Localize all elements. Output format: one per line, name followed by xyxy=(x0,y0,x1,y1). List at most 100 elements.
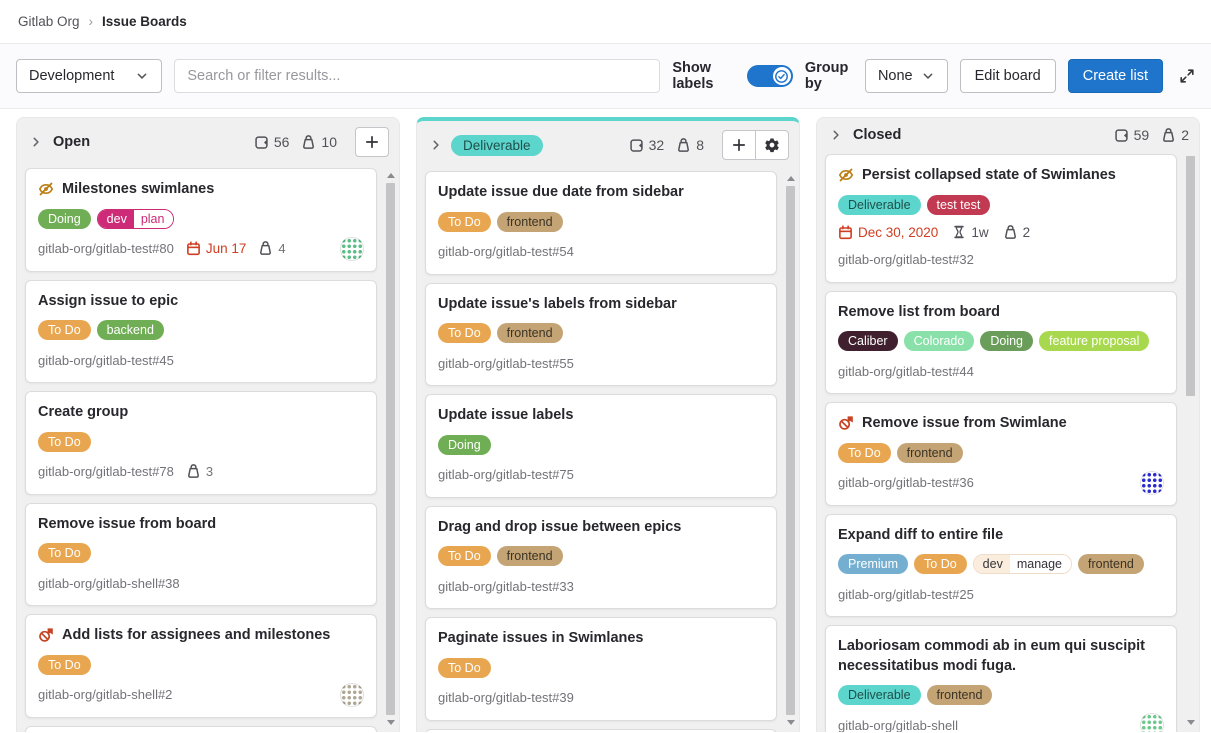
breadcrumb-bar: Gitlab Org›Issue Boards xyxy=(0,0,1211,44)
label-pill[interactable]: Deliverable xyxy=(838,195,921,215)
scroll-up-arrow[interactable] xyxy=(385,170,396,181)
column-header: Open5610 xyxy=(17,118,399,166)
card-labels: Deliverable frontend xyxy=(838,685,1164,705)
label-pill[interactable]: feature proposal xyxy=(1039,331,1149,351)
due-date: Jun 17 xyxy=(186,241,247,256)
issue-card[interactable]: Remove issue from boardTo Dogitlab-org/g… xyxy=(25,503,377,607)
column-scrollbar[interactable] xyxy=(385,168,396,730)
add-issue-button[interactable] xyxy=(722,130,756,160)
label-pill[interactable]: Caliber xyxy=(838,331,898,351)
label-pill[interactable]: To Do xyxy=(38,543,91,563)
breadcrumb-separator: › xyxy=(89,14,94,29)
label-pill[interactable]: frontend xyxy=(897,443,963,463)
scrollbar-thumb[interactable] xyxy=(1186,156,1195,396)
column-counts: 59 2 xyxy=(1114,127,1189,143)
scoped-label[interactable]: devplan xyxy=(97,209,175,229)
issue-reference: gitlab-org/gitlab-test#33 xyxy=(438,579,574,594)
maximize-icon[interactable] xyxy=(1179,68,1195,84)
chevron-right-icon[interactable] xyxy=(29,135,43,149)
issue-card[interactable]: Paginate issues in SwimlanesTo Dogitlab-… xyxy=(425,617,777,721)
label-pill[interactable]: Colorado xyxy=(904,331,975,351)
label-pill[interactable]: To Do xyxy=(38,320,91,340)
scroll-down-arrow[interactable] xyxy=(385,717,396,728)
label-pill[interactable]: frontend xyxy=(927,685,993,705)
card-list: Persist collapsed state of Swimlanes Deli… xyxy=(817,152,1199,732)
label-pill[interactable]: To Do xyxy=(38,655,91,675)
issue-count: 59 xyxy=(1114,127,1150,143)
card-labels: To Do frontend xyxy=(438,212,764,232)
issue-card[interactable]: Expand diff to entire filePremiumTo Dode… xyxy=(825,514,1177,618)
label-pill[interactable]: frontend xyxy=(497,323,563,343)
add-issue-button[interactable] xyxy=(355,127,389,157)
issue-card[interactable]: Update issue labelsDoinggitlab-org/gitla… xyxy=(425,394,777,498)
group-by-select[interactable]: None xyxy=(865,59,948,93)
issue-count: 56 xyxy=(254,134,290,150)
scrollbar-thumb[interactable] xyxy=(786,186,795,715)
scroll-up-arrow[interactable] xyxy=(785,173,796,184)
list-settings-button[interactable] xyxy=(755,130,789,160)
issue-card[interactable]: Update issue due date from sidebar To Do f… xyxy=(425,171,777,275)
issue-card[interactable]: Assign issue to epicTo Dobackendgitlab-o… xyxy=(25,280,377,384)
weight-count: 2 xyxy=(1161,127,1189,143)
breadcrumb: Gitlab Org›Issue Boards xyxy=(18,14,187,29)
issue-card[interactable]: Create groupTo Dogitlab-org/gitlab-test#… xyxy=(25,391,377,495)
scroll-down-arrow[interactable] xyxy=(785,717,796,728)
confidential-icon xyxy=(838,167,854,183)
assignee-avatar[interactable] xyxy=(1140,713,1164,732)
label-pill[interactable]: Premium xyxy=(838,554,908,574)
label-pill[interactable]: frontend xyxy=(497,546,563,566)
card-footer: gitlab-org/gitlab-test#80Jun 174 xyxy=(38,239,364,259)
assignee-avatar[interactable] xyxy=(340,683,364,707)
edit-board-button[interactable]: Edit board xyxy=(960,59,1056,93)
issue-card[interactable]: Persist collapsed state of Swimlanes Deli… xyxy=(825,154,1177,283)
chevron-right-icon[interactable] xyxy=(429,138,443,152)
board-select-value: Development xyxy=(29,68,114,84)
assignee-avatar[interactable] xyxy=(340,237,364,261)
issue-weight: 4 xyxy=(258,241,285,256)
issue-card[interactable]: Laboriosam commodi ab in eum qui suscipi… xyxy=(825,625,1177,732)
issue-reference: gitlab-org/gitlab-test#44 xyxy=(838,364,974,379)
label-pill[interactable]: To Do xyxy=(438,323,491,343)
card-footer: gitlab-org/gitlab-test#783 xyxy=(38,462,364,482)
issue-card[interactable]: Remove issue from SwimlaneTo Dofrontendg… xyxy=(825,402,1177,506)
label-pill[interactable]: To Do xyxy=(438,212,491,232)
label-pill[interactable]: To Do xyxy=(438,658,491,678)
show-labels-toggle[interactable] xyxy=(747,65,793,87)
label-pill[interactable]: frontend xyxy=(1078,554,1144,574)
issue-card[interactable]: Remove list from boardCaliberColoradoDoi… xyxy=(825,291,1177,395)
label-pill[interactable]: To Do xyxy=(838,443,891,463)
label-pill[interactable]: Doing xyxy=(38,209,91,229)
assignee-avatar[interactable] xyxy=(1140,471,1164,495)
chevron-right-icon[interactable] xyxy=(829,128,843,142)
card-partial[interactable] xyxy=(425,729,777,732)
scroll-down-arrow[interactable] xyxy=(1185,717,1196,728)
column-scrollbar[interactable] xyxy=(785,171,796,730)
issue-card[interactable]: Milestones swimlanesDoingdevplangitlab-o… xyxy=(25,168,377,272)
label-pill[interactable]: To Do xyxy=(38,432,91,452)
card-partial[interactable] xyxy=(25,726,377,732)
label-pill[interactable]: To Do xyxy=(914,554,967,574)
confidential-icon xyxy=(38,181,54,197)
search-input[interactable] xyxy=(174,59,660,93)
issue-card[interactable]: Update issue's labels from sidebarTo Dof… xyxy=(425,283,777,387)
label-pill[interactable]: Deliverable xyxy=(838,685,921,705)
label-pill[interactable]: frontend xyxy=(497,212,563,232)
create-list-button[interactable]: Create list xyxy=(1068,59,1163,93)
column-scrollbar[interactable] xyxy=(1185,154,1196,730)
issue-card[interactable]: Drag and drop issue between epicsTo Dofr… xyxy=(425,506,777,610)
label-pill[interactable]: backend xyxy=(97,320,164,340)
label-pill[interactable]: test test xyxy=(927,195,991,215)
label-pill[interactable]: Doing xyxy=(438,435,491,455)
breadcrumb-parent[interactable]: Gitlab Org xyxy=(18,14,80,29)
toggle-check-icon xyxy=(773,67,791,85)
label-pill[interactable]: To Do xyxy=(438,546,491,566)
scoped-label[interactable]: devmanage xyxy=(973,554,1072,574)
card-title-row: Update issue due date from sidebar xyxy=(438,183,764,203)
label-pill[interactable]: Doing xyxy=(980,331,1033,351)
column-title-label[interactable]: Deliverable xyxy=(451,135,543,156)
issue-card[interactable]: Add lists for assignees and milestonesTo… xyxy=(25,614,377,718)
board-select[interactable]: Development xyxy=(16,59,162,93)
weight-icon xyxy=(1003,225,1018,240)
card-title-row: Persist collapsed state of Swimlanes xyxy=(838,166,1164,186)
scrollbar-thumb[interactable] xyxy=(386,183,395,715)
